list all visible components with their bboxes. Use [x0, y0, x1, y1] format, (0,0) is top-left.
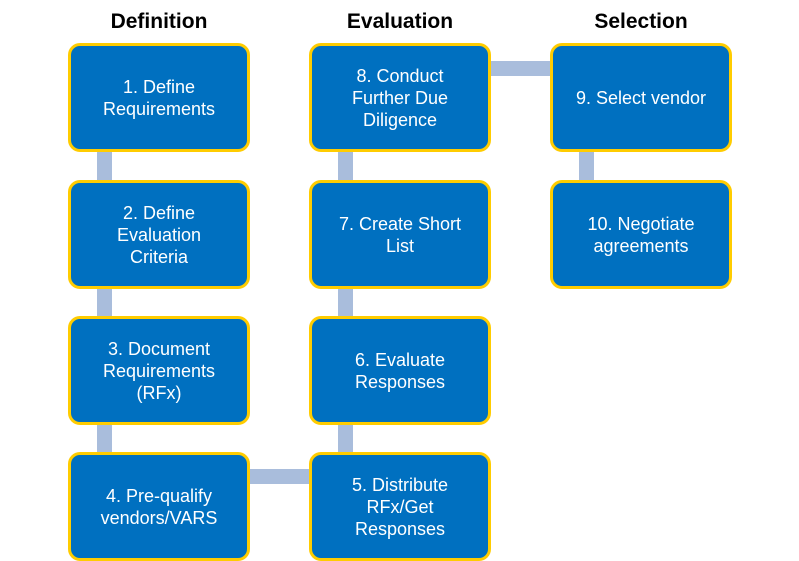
- connector-7-8: [338, 150, 353, 182]
- connector-4-5: [248, 469, 311, 484]
- step-1-define-requirements: 1. Define Requirements: [68, 43, 250, 152]
- column-header-definition: Definition: [110, 10, 208, 33]
- step-8-conduct-due-diligence: 8. Conduct Further Due Diligence: [309, 43, 491, 152]
- column-header-selection: Selection: [594, 10, 688, 33]
- connector-6-7: [338, 286, 353, 318]
- step-2-define-evaluation-criteria: 2. Define Evaluation Criteria: [68, 180, 250, 289]
- column-header-evaluation: Evaluation: [346, 10, 454, 33]
- connector-9-10: [579, 150, 594, 182]
- connector-2-3: [97, 286, 112, 318]
- step-5-distribute-rfx: 5. Distribute RFx/Get Responses: [309, 452, 491, 561]
- step-7-create-short-list: 7. Create Short List: [309, 180, 491, 289]
- connector-8-9: [489, 61, 552, 76]
- step-4-pre-qualify-vendors: 4. Pre-qualify vendors/VARS: [68, 452, 250, 561]
- step-10-negotiate-agreements: 10. Negotiate agreements: [550, 180, 732, 289]
- connector-1-2: [97, 150, 112, 182]
- step-3-document-requirements: 3. Document Requirements (RFx): [68, 316, 250, 425]
- connector-5-6: [338, 422, 353, 454]
- step-6-evaluate-responses: 6. Evaluate Responses: [309, 316, 491, 425]
- connector-3-4: [97, 422, 112, 454]
- step-9-select-vendor: 9. Select vendor: [550, 43, 732, 152]
